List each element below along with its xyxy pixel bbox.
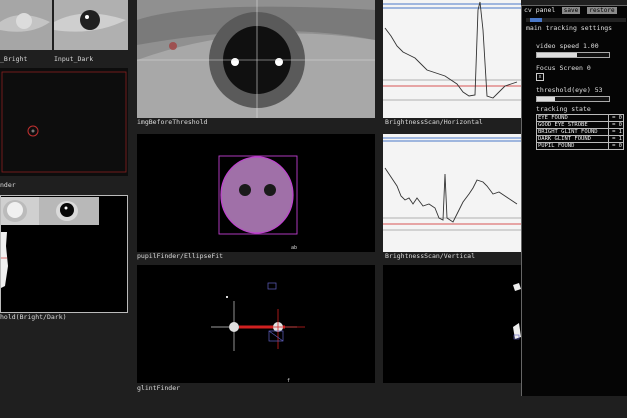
brightness-scan-horizontal-view [383,0,521,118]
table-row: EYE FOUND = 0 [535,114,624,122]
eye-thumbnail-dark [54,0,128,50]
tracking-state-table: EYE FOUND = 0 GOOD EYE STROBE = 0 BRIGHT G… [535,114,624,150]
state-name: GOOD EYE STROBE [535,121,610,129]
pupil-ellipse-fit-label: pupilFinder/EllipseFit [137,252,224,260]
focus-screen-value: 0 [586,64,591,72]
state-value: = 0 [608,114,624,122]
threshold-eye-slider[interactable] [536,96,610,102]
brightness-horizontal-label: BrightnessScan/Horizontal [385,118,483,126]
glint-finder-label: glintFinder [137,384,181,392]
brightness-vertical-plot [383,134,521,252]
video-speed-slider-fill [537,53,577,57]
save-button[interactable]: save [562,7,580,14]
table-row: GOOD EYE STROBE = 0 [535,121,624,129]
table-row: DARK GLINT FOUND = 1 [535,135,624,143]
state-name: PUPIL FOUND [535,142,610,150]
state-name: DARK GLINT FOUND [535,135,610,143]
threshold-eye-label: threshold(eye) 53 [536,86,603,94]
focus-screen-text: Focus Screen [536,64,583,72]
input-dark-view [54,0,128,50]
eye-closeup-image [137,0,375,118]
video-speed-value: 1.00 [582,42,599,50]
cv-panel-title: cv panel [524,6,556,14]
pupil-finder-view [0,68,128,176]
ellipse-small-label: ab [291,245,298,251]
state-name: EYE FOUND [535,114,610,122]
tracking-state-label: tracking state [536,105,591,113]
cv-panel-header: cv panel save restore [522,6,627,15]
state-value: = 0 [608,142,624,150]
restore-button[interactable]: restore [587,7,617,14]
focus-screen-checkbox[interactable]: x [536,73,544,81]
img-before-threshold-label: imgBeforeThreshold [137,118,208,126]
video-speed-label: video speed 1.00 [536,42,599,50]
glint-finder-image [137,265,375,383]
ellipse-fit-image [137,134,375,252]
threshold-strip-image [1,197,99,288]
tab-main-tracking-indicator[interactable] [530,18,542,22]
video-speed-slider[interactable] [536,52,610,58]
pupil-finder-label: nder [0,181,16,189]
brightness-horizontal-plot [383,0,521,118]
threshold-eye-text: threshold(eye) [536,86,591,94]
glint-threshold-image [383,265,521,383]
table-row: PUPIL FOUND = 0 [535,142,624,150]
threshold-eye-value: 53 [594,86,603,94]
eye-thumbnail-bright [0,0,52,50]
threshold-bright-dark-label: hold(Bright/Dark) [0,313,67,321]
state-value: = 1 [608,128,624,136]
glint-threshold-view [383,265,521,383]
state-name: BRIGHT GLINT FOUND [535,128,610,136]
pupil-ellipse-fit-view: ab [137,134,375,252]
img-before-threshold-view [137,0,375,118]
threshold-bright-dark-view [0,195,128,313]
table-row: BRIGHT GLINT FOUND = 1 [535,128,624,136]
tab-main-tracking-settings[interactable]: main tracking settings [526,24,612,32]
glint-finder-view: f [137,265,375,383]
focus-screen-label: Focus Screen 0 [536,64,591,72]
state-value: = 0 [608,121,624,129]
state-value: = 1 [608,135,624,143]
pupil-finder-image [0,68,128,176]
input-dark-label: Input_Dark [54,55,94,63]
brightness-vertical-label: BrightnessScan/Vertical [385,252,476,260]
video-speed-text: video speed [536,42,580,50]
brightness-scan-vertical-view [383,134,521,252]
threshold-eye-slider-fill [537,97,555,101]
input-bright-view [0,0,52,50]
glint-f-label: f [287,378,291,383]
cv-panel: cv panel save restore main tracking sett… [521,5,627,396]
tab-strip [526,18,626,22]
input-bright-label: _Bright [0,55,28,63]
